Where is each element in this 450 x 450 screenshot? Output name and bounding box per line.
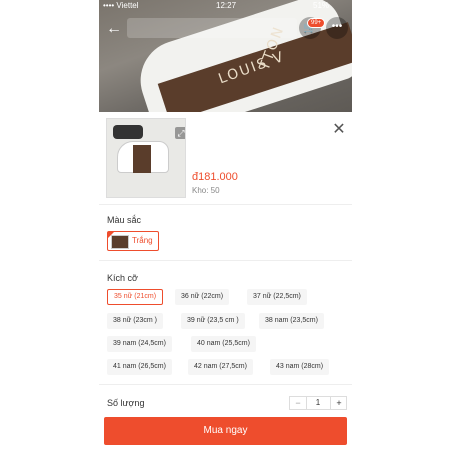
- top-nav: ← 🛒 99+ •••: [99, 14, 352, 42]
- quantity-stepper: − 1 +: [289, 396, 347, 410]
- thumb-shoe-dark: [113, 125, 143, 139]
- color-section-label: Màu sắc: [107, 215, 142, 225]
- battery-level: 51%: [313, 1, 330, 10]
- size-option[interactable]: 39 nam (24,5cm): [107, 336, 172, 352]
- thumb-shoe-band: [133, 145, 151, 173]
- size-option[interactable]: 43 nam (28cm): [270, 359, 330, 375]
- color-swatch: [111, 235, 129, 249]
- clock: 12:27: [216, 1, 237, 10]
- buy-now-button[interactable]: Mua ngay: [104, 417, 347, 445]
- size-option[interactable]: 37 nữ (22,5cm): [247, 289, 307, 305]
- divider: [99, 260, 352, 261]
- size-option[interactable]: 38 nữ (23cm ): [107, 313, 163, 329]
- size-option[interactable]: 35 nữ (21cm): [107, 289, 164, 305]
- quantity-value[interactable]: 1: [306, 397, 330, 409]
- carrier-label: •••• Viettel: [103, 1, 139, 10]
- product-hero-image: TTON LOUIS V •••• Viettel 12:27 51% ← 🛒 …: [99, 0, 352, 112]
- size-section-label: Kích cỡ: [107, 273, 138, 283]
- divider: [99, 384, 352, 385]
- expand-icon[interactable]: ⤢: [175, 127, 185, 139]
- decrement-button[interactable]: −: [290, 397, 307, 409]
- quantity-label: Số lượng: [107, 398, 145, 408]
- color-option-trang[interactable]: Trắng: [107, 231, 159, 251]
- close-icon[interactable]: ✕: [331, 122, 347, 138]
- search-bar[interactable]: [127, 18, 297, 38]
- size-option[interactable]: 41 nam (26,5cm): [107, 359, 172, 375]
- divider: [99, 204, 352, 205]
- stock-count: Kho: 50: [192, 186, 220, 195]
- arrow-left-icon[interactable]: ←: [103, 18, 125, 40]
- ellipsis-icon[interactable]: •••: [326, 17, 348, 39]
- status-bar: •••• Viettel 12:27 51%: [99, 0, 352, 12]
- phone-screen: TTON LOUIS V •••• Viettel 12:27 51% ← 🛒 …: [99, 0, 352, 450]
- variant-selector-sheet: ⤢ đ181.000 Kho: 50 ✕ Màu sắc Trắng Kích …: [99, 112, 352, 450]
- product-price: đ181.000: [192, 171, 238, 183]
- size-option[interactable]: 39 nữ (23,5 cm ): [181, 313, 245, 329]
- cart-badge: 99+: [307, 18, 326, 28]
- product-thumbnail[interactable]: ⤢: [106, 118, 186, 198]
- size-option[interactable]: 38 nam (23,5cm): [259, 313, 324, 329]
- size-option[interactable]: 36 nữ (22cm): [175, 289, 230, 305]
- size-option[interactable]: 40 nam (25,5cm): [191, 336, 256, 352]
- color-option-label: Trắng: [132, 236, 153, 245]
- size-option[interactable]: 42 nam (27,5cm): [188, 359, 253, 375]
- increment-button[interactable]: +: [330, 397, 347, 409]
